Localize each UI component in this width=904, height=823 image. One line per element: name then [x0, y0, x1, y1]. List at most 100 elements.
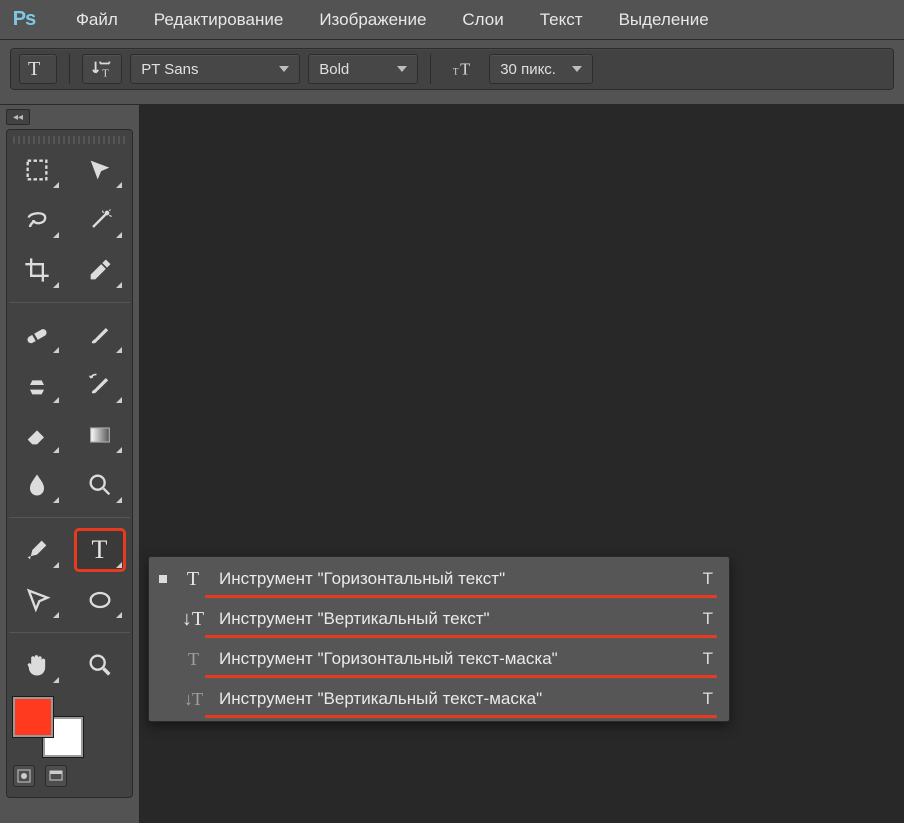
horizontal-type-mask-icon: T	[181, 654, 205, 665]
tool-eraser[interactable]	[13, 415, 61, 455]
tool-panel: T	[6, 129, 133, 798]
tool-move[interactable]	[76, 150, 124, 190]
flyout-indicator	[53, 497, 59, 503]
menubar: Ps Файл Редактирование Изображение Слои …	[0, 0, 904, 40]
flyout-indicator	[116, 397, 122, 403]
menu-layers[interactable]: Слои	[444, 0, 521, 40]
flyout-indicator	[116, 347, 122, 353]
menu-label: Слои	[462, 10, 503, 30]
text-size-icon: TT	[451, 58, 473, 80]
flyout-item-horizontal-type-mask[interactable]: T Инструмент "Горизонтальный текст-маска…	[149, 639, 729, 679]
menu-text[interactable]: Текст	[522, 0, 601, 40]
flyout-indicator	[53, 397, 59, 403]
flyout-indicator	[53, 182, 59, 188]
menu-edit[interactable]: Редактирование	[136, 0, 302, 40]
tool-separator	[9, 302, 130, 303]
tool-gradient[interactable]	[76, 415, 124, 455]
menu-file[interactable]: Файл	[58, 0, 136, 40]
flyout-indicator	[116, 497, 122, 503]
flyout-indicator	[116, 612, 122, 618]
tool-brush[interactable]	[76, 315, 124, 355]
font-size-value: 30 пикс.	[500, 61, 556, 78]
menu-selection[interactable]: Выделение	[601, 0, 727, 40]
tool-hand[interactable]	[13, 645, 61, 685]
tool-eyedropper[interactable]	[76, 250, 124, 290]
flyout-item-vertical-type-mask[interactable]: ↓T Инструмент "Вертикальный текст-маска"…	[149, 679, 729, 719]
flyout-indicator	[116, 182, 122, 188]
tool-pen[interactable]	[13, 530, 61, 570]
tool-dodge[interactable]	[76, 465, 124, 505]
font-size-icon-wrap: TT	[443, 54, 481, 84]
tool-crop[interactable]	[13, 250, 61, 290]
separator	[69, 54, 70, 84]
flyout-indicator	[116, 562, 122, 568]
tool-separator	[9, 632, 130, 633]
svg-text:T: T	[460, 60, 470, 79]
flyout-indicator	[53, 612, 59, 618]
font-family-dropdown[interactable]: PT Sans	[130, 54, 300, 84]
flyout-label: Инструмент "Вертикальный текст-маска"	[219, 689, 689, 709]
flyout-indicator	[53, 562, 59, 568]
separator	[430, 54, 431, 84]
flyout-item-vertical-type[interactable]: ↓T Инструмент "Вертикальный текст" T	[149, 599, 729, 639]
flyout-indicator	[53, 232, 59, 238]
tool-clone-stamp[interactable]	[13, 365, 61, 405]
svg-text:T: T	[453, 67, 459, 77]
text-orientation-toggle[interactable]: T	[82, 54, 122, 84]
flyout-indicator	[116, 232, 122, 238]
tool-history-brush[interactable]	[76, 365, 124, 405]
horizontal-type-icon: T	[181, 568, 205, 591]
flyout-label: Инструмент "Вертикальный текст"	[219, 609, 689, 629]
color-swatches[interactable]	[13, 697, 83, 757]
annotation-underline	[205, 715, 717, 718]
app-logo-text: Ps	[13, 8, 35, 31]
tool-healing-brush[interactable]	[13, 315, 61, 355]
app-logo[interactable]: Ps	[4, 4, 44, 36]
options-bar: T T PT Sans Bold TT 30 пикс.	[10, 48, 894, 90]
foreground-color-swatch[interactable]	[13, 697, 53, 737]
tool-preset-button[interactable]: T	[19, 54, 57, 84]
annotation-underline	[205, 635, 717, 638]
tool-type[interactable]: T	[76, 530, 124, 570]
quick-mask-toggle[interactable]	[13, 765, 35, 787]
flyout-label: Инструмент "Горизонтальный текст"	[219, 569, 689, 589]
flyout-indicator	[53, 677, 59, 683]
tool-ellipse-shape[interactable]	[76, 580, 124, 620]
tool-marquee[interactable]	[13, 150, 61, 190]
panel-grip[interactable]	[13, 136, 126, 144]
panel-collapse-handle[interactable]: ◂◂	[6, 109, 30, 125]
font-size-dropdown[interactable]: 30 пикс.	[489, 54, 593, 84]
tool-grid: T	[13, 150, 126, 685]
flyout-item-horizontal-type[interactable]: T Инструмент "Горизонтальный текст" T	[149, 559, 729, 599]
options-row: T T PT Sans Bold TT 30 пикс.	[0, 40, 904, 105]
tool-path-select[interactable]	[13, 580, 61, 620]
flyout-indicator	[53, 282, 59, 288]
tool-separator	[9, 517, 130, 518]
tool-magic-wand[interactable]	[76, 200, 124, 240]
type-icon: T	[92, 535, 108, 565]
flyout-shortcut: T	[703, 569, 713, 589]
selected-indicator	[159, 575, 167, 583]
menu-label: Файл	[76, 10, 118, 30]
vertical-type-icon: ↓T	[181, 608, 205, 631]
font-weight-dropdown[interactable]: Bold	[308, 54, 418, 84]
menu-label: Изображение	[319, 10, 426, 30]
chevron-down-icon	[397, 66, 407, 72]
tool-lasso[interactable]	[13, 200, 61, 240]
type-tool-flyout: T Инструмент "Горизонтальный текст" T ↓T…	[148, 556, 730, 722]
flyout-shortcut: T	[703, 649, 713, 669]
annotation-underline	[205, 675, 717, 678]
quickmask-row	[13, 765, 126, 787]
tool-zoom[interactable]	[76, 645, 124, 685]
flyout-shortcut: T	[703, 689, 713, 709]
screen-mode-toggle[interactable]	[45, 765, 67, 787]
flyout-indicator	[116, 447, 122, 453]
menu-image[interactable]: Изображение	[301, 0, 444, 40]
font-family-value: PT Sans	[141, 61, 198, 78]
orientation-icon: T	[91, 58, 113, 80]
flyout-indicator	[116, 282, 122, 288]
font-weight-value: Bold	[319, 61, 349, 78]
tool-blur[interactable]	[13, 465, 61, 505]
tool-column: ◂◂	[0, 105, 140, 823]
flyout-indicator	[53, 347, 59, 353]
